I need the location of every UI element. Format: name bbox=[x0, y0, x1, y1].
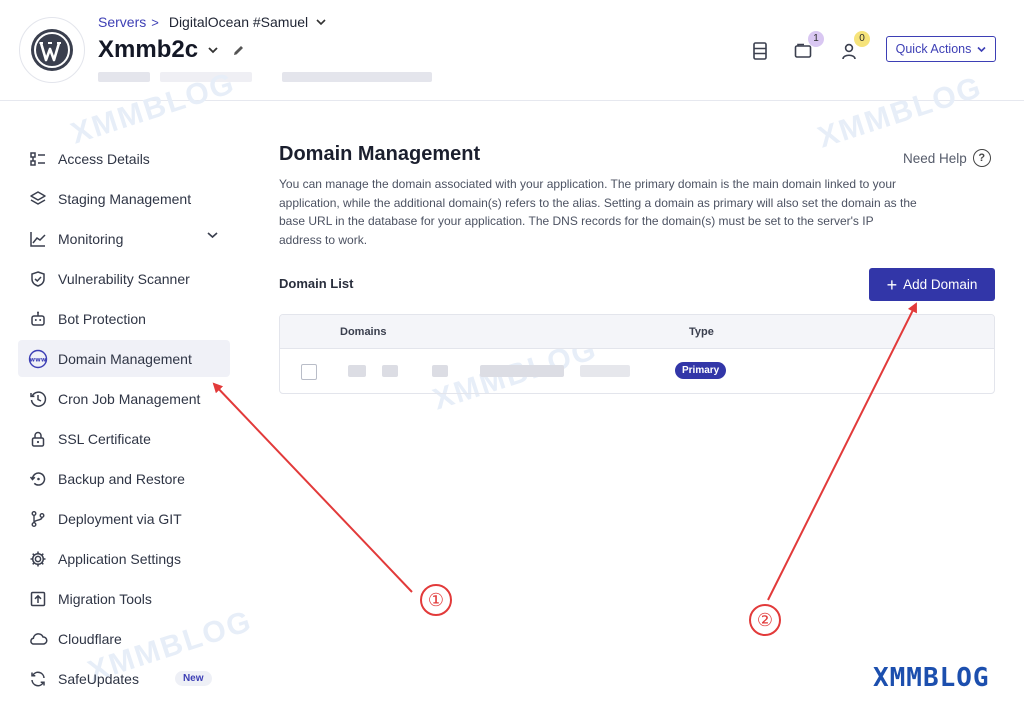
type-badge: Primary bbox=[675, 362, 727, 379]
layers-icon bbox=[28, 189, 48, 209]
sidebar-item-label: Cron Job Management bbox=[58, 390, 201, 407]
breadcrumb-servers-link[interactable]: Servers bbox=[98, 14, 146, 30]
notification-count-badge: 1 bbox=[808, 31, 824, 47]
sidebar-item-label: Deployment via GIT bbox=[58, 510, 182, 527]
redacted-text bbox=[98, 72, 150, 82]
sidebar-item-label: Cloudflare bbox=[58, 630, 122, 647]
refresh-icon bbox=[28, 669, 48, 689]
sidebar-item-label: Monitoring bbox=[58, 230, 124, 247]
redacted-domain bbox=[480, 365, 564, 377]
sidebar-item-label: Application Settings bbox=[58, 550, 181, 567]
sidebar-item-label: Bot Protection bbox=[58, 310, 146, 327]
redacted-domain bbox=[580, 365, 630, 377]
app-header: Servers > DigitalOcean #Samuel Xmmb2c 1 … bbox=[0, 0, 1024, 101]
domain-list-title: Domain List bbox=[279, 276, 354, 291]
annotation-number-1: ① bbox=[420, 584, 452, 616]
sidebar-item-label: Vulnerability Scanner bbox=[58, 270, 190, 287]
table-row[interactable]: Primary bbox=[280, 349, 994, 393]
column-header-type: Type bbox=[689, 326, 714, 338]
cloud-icon bbox=[28, 629, 48, 649]
row-checkbox[interactable] bbox=[301, 364, 317, 380]
question-circle-icon: ? bbox=[972, 149, 991, 167]
table-header: Domains Type bbox=[280, 315, 994, 349]
chevron-down-icon[interactable] bbox=[208, 46, 218, 54]
breadcrumb: Servers > DigitalOcean #Samuel bbox=[98, 14, 326, 30]
folder-notification-icon[interactable]: 1 bbox=[792, 31, 824, 62]
xmmblog-watermark-logo: XMMBLOG bbox=[873, 663, 990, 693]
pencil-icon[interactable] bbox=[232, 44, 245, 57]
sidebar-item-bot-protection[interactable]: Bot Protection bbox=[18, 300, 230, 337]
redacted-domain bbox=[432, 365, 448, 377]
server-name[interactable]: DigitalOcean #Samuel bbox=[169, 14, 308, 30]
sidebar-item-safeupdates[interactable]: SafeUpdates New bbox=[18, 660, 230, 697]
access-icon bbox=[28, 149, 48, 169]
plus-icon: + bbox=[886, 274, 898, 295]
sidebar-item-label: Backup and Restore bbox=[58, 470, 185, 487]
need-help-label: Need Help bbox=[903, 150, 967, 166]
sidebar-nav: Access Details Staging Management Monito… bbox=[18, 140, 230, 700]
sidebar-item-migration-tools[interactable]: Migration Tools bbox=[18, 580, 230, 617]
sidebar-item-cloudflare[interactable]: Cloudflare bbox=[18, 620, 230, 657]
app-title-text: Xmmb2c bbox=[98, 36, 199, 63]
git-branch-icon bbox=[28, 509, 48, 529]
app-title: Xmmb2c bbox=[98, 36, 245, 64]
sidebar-item-ssl-certificate[interactable]: SSL Certificate bbox=[18, 420, 230, 457]
new-badge: New bbox=[174, 671, 212, 686]
gear-icon bbox=[28, 549, 48, 569]
column-header-domains: Domains bbox=[340, 326, 387, 338]
upload-icon bbox=[28, 589, 48, 609]
add-domain-label: Add Domain bbox=[903, 277, 978, 292]
server-stack-icon[interactable] bbox=[749, 40, 771, 62]
sidebar-item-label: SafeUpdates bbox=[58, 670, 139, 687]
quick-actions-label: Quick Actions bbox=[895, 42, 972, 56]
quick-actions-button[interactable]: Quick Actions bbox=[886, 36, 996, 62]
annotation-arrow-1 bbox=[212, 382, 413, 593]
sidebar-item-domain-management[interactable]: www Domain Management bbox=[18, 340, 230, 377]
user-count-badge: 0 bbox=[854, 31, 870, 47]
page-title: Domain Management bbox=[279, 143, 481, 165]
sidebar-item-label: Migration Tools bbox=[58, 590, 152, 607]
chevron-down-icon[interactable] bbox=[207, 231, 218, 239]
redacted-domain bbox=[348, 365, 366, 377]
chevron-down-icon[interactable] bbox=[316, 18, 326, 26]
breadcrumb-separator: > bbox=[151, 14, 159, 30]
robot-icon bbox=[28, 309, 48, 329]
sidebar-item-deployment-via-git[interactable]: Deployment via GIT bbox=[18, 500, 230, 537]
sidebar-item-access-details[interactable]: Access Details bbox=[18, 140, 230, 177]
sidebar-item-monitoring[interactable]: Monitoring bbox=[18, 220, 230, 257]
sidebar-item-cron-job-management[interactable]: Cron Job Management bbox=[18, 380, 230, 417]
www-icon: www bbox=[28, 349, 48, 369]
sidebar-item-application-settings[interactable]: Application Settings bbox=[18, 540, 230, 577]
chart-icon bbox=[28, 229, 48, 249]
add-domain-button[interactable]: + Add Domain bbox=[869, 268, 995, 301]
page-description: You can manage the domain associated wit… bbox=[279, 177, 917, 247]
annotation-number-2: ② bbox=[749, 604, 781, 636]
redacted-text bbox=[282, 72, 432, 82]
sidebar-item-staging-management[interactable]: Staging Management bbox=[18, 180, 230, 217]
sidebar-item-backup-and-restore[interactable]: Backup and Restore bbox=[18, 460, 230, 497]
wordpress-logo-icon[interactable] bbox=[19, 17, 85, 83]
chevron-down-icon bbox=[977, 42, 986, 56]
lock-icon bbox=[28, 429, 48, 449]
svg-text:www: www bbox=[29, 356, 46, 363]
shield-icon bbox=[28, 269, 48, 289]
sidebar-item-label: Domain Management bbox=[58, 350, 192, 367]
need-help-link[interactable]: Need Help ? bbox=[903, 149, 991, 167]
user-icon[interactable]: 0 bbox=[838, 31, 870, 62]
redacted-domain bbox=[382, 365, 398, 377]
sidebar-item-label: SSL Certificate bbox=[58, 430, 151, 447]
restore-icon bbox=[28, 469, 48, 489]
domain-table: Domains Type Primary bbox=[279, 314, 995, 394]
sidebar-item-label: Access Details bbox=[58, 150, 150, 167]
sidebar-item-label: Staging Management bbox=[58, 190, 192, 207]
clock-history-icon bbox=[28, 389, 48, 409]
sidebar-item-vulnerability-scanner[interactable]: Vulnerability Scanner bbox=[18, 260, 230, 297]
